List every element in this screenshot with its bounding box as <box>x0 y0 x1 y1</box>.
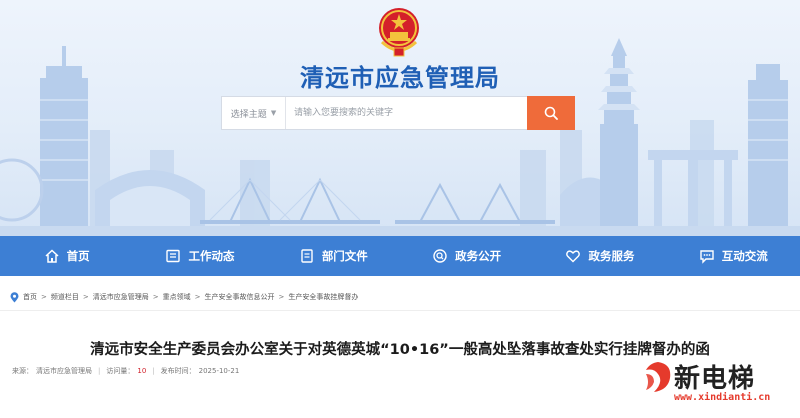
header-banner: 清远市应急管理局 选择主题 ▼ <box>0 0 800 236</box>
watermark: 新电梯 www.xindianti.cn <box>640 356 800 418</box>
nav-item-work-news[interactable]: 工作动态 <box>133 236 266 276</box>
site-title: 清远市应急管理局 <box>300 64 500 92</box>
nav-item-gov-services[interactable]: 政务服务 <box>533 236 666 276</box>
nav-item-label: 政务公开 <box>455 249 502 263</box>
source-label: 来源： <box>12 367 33 375</box>
meta-separator: | <box>152 367 155 375</box>
date-label: 发布时间： <box>160 367 196 375</box>
nav-item-department-files[interactable]: 部门文件 <box>267 236 400 276</box>
breadcrumb-item[interactable]: 生产安全事故信息公开 <box>205 292 275 302</box>
magnifier-icon <box>432 248 448 264</box>
watermark-brand: 新电梯 <box>674 364 756 394</box>
breadcrumb-item[interactable]: 清远市应急管理局 <box>93 292 149 302</box>
topic-select[interactable]: 选择主题 ▼ <box>222 97 286 129</box>
search-button[interactable] <box>527 96 575 130</box>
breadcrumb-item[interactable]: 重点领域 <box>163 292 191 302</box>
chat-icon <box>699 248 715 264</box>
nav-item-label: 政务服务 <box>588 249 635 263</box>
divider <box>0 310 800 311</box>
watermark-url: www.xindianti.cn <box>674 392 771 403</box>
home-icon <box>44 248 60 264</box>
nav-item-label: 工作动态 <box>188 249 235 263</box>
views-label: 访问量： <box>106 367 135 375</box>
news-icon <box>165 248 181 264</box>
breadcrumb-separator: > <box>194 293 201 301</box>
search-input[interactable] <box>286 97 527 129</box>
breadcrumb-separator: > <box>41 293 47 301</box>
source-value: 清远市应急管理局 <box>36 367 92 375</box>
nav-item-label: 首页 <box>66 249 90 263</box>
views-count: 10 <box>137 367 147 375</box>
breadcrumb: 首页 > 频道栏目 > 清远市应急管理局 > 重点领域 > 生产安全事故信息公开… <box>10 290 358 304</box>
nav-item-interaction[interactable]: 互动交流 <box>667 236 800 276</box>
elevator-logo-icon <box>646 362 671 392</box>
breadcrumb-separator: > <box>82 293 89 301</box>
breadcrumb-separator: > <box>278 293 285 301</box>
folder-icon <box>299 248 315 264</box>
breadcrumb-item[interactable]: 生产安全事故挂牌督办 <box>288 292 358 302</box>
meta-separator: | <box>98 367 101 375</box>
main-nav: 首页 工作动态 部门文件 政务公开 政务服务 互动交流 <box>0 236 800 276</box>
nav-item-label: 互动交流 <box>721 249 768 263</box>
breadcrumb-item[interactable]: 首页 <box>23 292 37 302</box>
breadcrumb-item[interactable]: 频道栏目 <box>51 292 79 302</box>
chevron-down-icon: ▼ <box>270 109 277 117</box>
breadcrumb-separator: > <box>152 293 159 301</box>
search-bar: 选择主题 ▼ <box>221 96 575 130</box>
publish-date: 2025-10-21 <box>198 367 240 375</box>
topic-select-label: 选择主题 <box>230 109 267 120</box>
nav-item-home[interactable]: 首页 <box>0 236 133 276</box>
nav-item-gov-disclosure[interactable]: 政务公开 <box>400 236 533 276</box>
search-icon <box>544 106 558 120</box>
heart-icon <box>565 248 581 264</box>
nav-item-label: 部门文件 <box>321 249 368 263</box>
location-pin-icon <box>10 291 19 303</box>
article-meta: 来源： 清远市应急管理局 | 访问量： 10 | 发布时间： 2025-10-2… <box>12 366 239 376</box>
national-emblem-icon <box>379 8 419 57</box>
